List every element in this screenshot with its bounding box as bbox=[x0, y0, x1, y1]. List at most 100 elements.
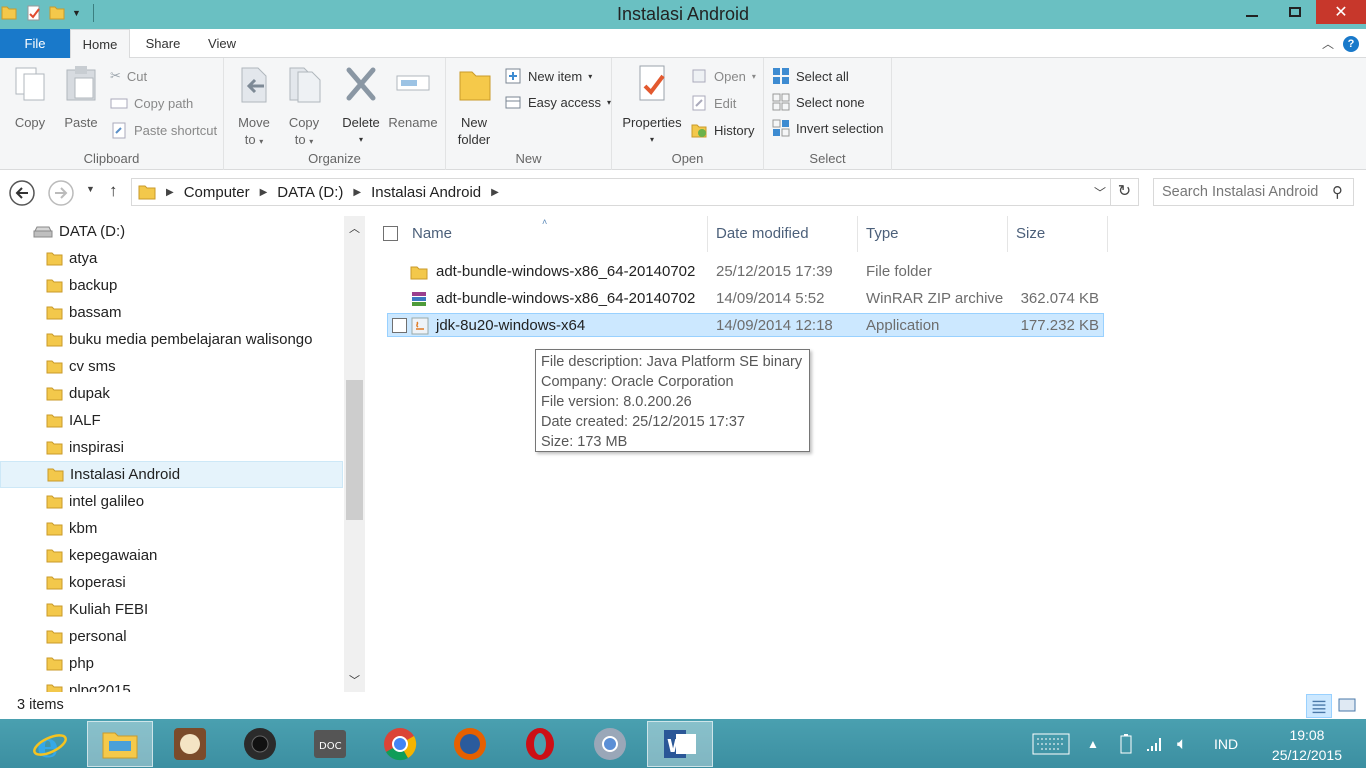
nav-drive[interactable]: DATA (D:) bbox=[0, 218, 343, 245]
copy-to-button[interactable]: Copy to ▾ bbox=[282, 64, 326, 150]
properties-button[interactable]: Properties ▾ bbox=[620, 64, 684, 148]
help-icon[interactable]: ? bbox=[1343, 36, 1359, 52]
recent-locations-icon[interactable]: ▼ bbox=[86, 184, 95, 194]
nav-scrollbar[interactable]: ︿ ﹀ bbox=[344, 216, 365, 692]
nav-folder[interactable]: cv sms bbox=[0, 353, 343, 380]
nav-folder[interactable]: atya bbox=[0, 245, 343, 272]
details-view-icon[interactable] bbox=[1306, 694, 1332, 718]
large-icons-view-icon[interactable] bbox=[1334, 694, 1360, 718]
copy-icon bbox=[15, 67, 45, 101]
firefox-icon[interactable] bbox=[437, 721, 503, 767]
nav-folder[interactable]: backup bbox=[0, 272, 343, 299]
move-to-button[interactable]: Move to ▾ bbox=[232, 64, 276, 150]
copy-button[interactable]: Copy bbox=[10, 64, 50, 131]
chevron-up-icon[interactable]: ︿ bbox=[1322, 35, 1334, 52]
maximize-button[interactable] bbox=[1273, 0, 1316, 24]
nav-folder[interactable]: buku media pembelajaran walisongo bbox=[0, 326, 343, 353]
scroll-down-icon[interactable]: ﹀ bbox=[349, 672, 360, 688]
up-arrow-icon[interactable]: ↑ bbox=[109, 181, 118, 201]
folder-icon bbox=[46, 252, 63, 266]
nav-folder[interactable]: IALF bbox=[0, 407, 343, 434]
paste-shortcut-button[interactable]: Paste shortcut bbox=[110, 120, 217, 140]
invert-selection-button[interactable]: Invert selection bbox=[772, 118, 883, 138]
chevron-right-icon[interactable]: ▶ bbox=[166, 187, 174, 198]
nav-folder[interactable]: dupak bbox=[0, 380, 343, 407]
address-dropdown-icon[interactable]: ﹀ bbox=[1094, 184, 1106, 201]
word-icon[interactable]: W bbox=[647, 721, 713, 767]
chevron-right-icon[interactable]: ▶ bbox=[260, 187, 268, 198]
chevron-right-icon[interactable]: ▶ bbox=[491, 187, 499, 198]
forward-button[interactable] bbox=[47, 179, 75, 207]
refresh-icon[interactable]: ↻ bbox=[1110, 179, 1138, 205]
history-label: History bbox=[714, 122, 755, 138]
nav-folder[interactable]: intel galileo bbox=[0, 488, 343, 515]
row-checkbox[interactable] bbox=[392, 318, 407, 333]
close-button[interactable]: ✕ bbox=[1316, 0, 1366, 24]
column-size[interactable]: Size bbox=[1008, 216, 1108, 252]
breadcrumb-computer[interactable]: Computer bbox=[184, 184, 250, 201]
organize-group: Move to ▾ Copy to ▾ Delete ▾ Rename Orga… bbox=[224, 58, 446, 170]
new-item-button[interactable]: New item ▾ bbox=[504, 66, 592, 86]
open-button[interactable]: Open ▾ bbox=[690, 66, 756, 86]
select-all-checkbox[interactable] bbox=[383, 226, 398, 241]
nav-folder[interactable]: inspirasi bbox=[0, 434, 343, 461]
file-type: Application bbox=[866, 317, 940, 334]
show-hidden-icons[interactable]: ▲ bbox=[1087, 719, 1099, 768]
file-row[interactable]: adt-bundle-windows-x86_64-20140702 25/12… bbox=[387, 260, 1104, 284]
scroll-up-icon[interactable]: ︿ bbox=[349, 220, 360, 236]
nav-folder[interactable]: php bbox=[0, 650, 343, 677]
column-name[interactable]: Name ˄ bbox=[404, 216, 708, 252]
easy-access-button[interactable]: Easy access ▾ bbox=[504, 92, 611, 112]
copy-path-button[interactable]: Copy path bbox=[110, 93, 193, 113]
history-button[interactable]: History bbox=[690, 120, 754, 140]
tab-view[interactable]: View bbox=[196, 29, 248, 58]
delete-button[interactable]: Delete ▾ bbox=[338, 64, 384, 148]
nav-folder[interactable]: bassam bbox=[0, 299, 343, 326]
speaker-app-icon[interactable] bbox=[227, 721, 293, 767]
minimize-icon bbox=[1245, 15, 1258, 17]
nav-folder[interactable]: kepegawaian bbox=[0, 542, 343, 569]
chevron-right-icon[interactable]: ▶ bbox=[353, 187, 361, 198]
doc-app-icon[interactable]: DOC bbox=[297, 721, 363, 767]
touch-keyboard-icon[interactable] bbox=[1032, 719, 1070, 768]
address-bar[interactable]: ▶ Computer ▶ DATA (D:) ▶ Instalasi Andro… bbox=[131, 178, 1139, 206]
nav-folder[interactable]: koperasi bbox=[0, 569, 343, 596]
tab-file[interactable]: File bbox=[0, 29, 70, 58]
breadcrumb-drive[interactable]: DATA (D:) bbox=[277, 184, 343, 201]
tab-home[interactable]: Home bbox=[70, 29, 130, 59]
internet-explorer-icon[interactable]: e bbox=[17, 721, 83, 767]
browser-icon[interactable] bbox=[577, 721, 643, 767]
nav-folder[interactable]: kbm bbox=[0, 515, 343, 542]
file-row[interactable]: jdk-8u20-windows-x64 14/09/2014 12:18 Ap… bbox=[387, 313, 1104, 337]
back-button[interactable] bbox=[8, 179, 36, 207]
file-explorer-icon[interactable] bbox=[87, 721, 153, 767]
network-icon[interactable] bbox=[1145, 719, 1163, 768]
minimize-button[interactable] bbox=[1230, 0, 1273, 24]
search-input[interactable]: Search Instalasi Android ⚲ bbox=[1153, 178, 1354, 206]
nav-folder[interactable]: plpg2015 bbox=[0, 677, 343, 692]
breadcrumb-current[interactable]: Instalasi Android bbox=[371, 184, 481, 201]
column-date-modified[interactable]: Date modified bbox=[708, 216, 858, 252]
tab-share[interactable]: Share bbox=[135, 29, 191, 58]
rename-button[interactable]: Rename bbox=[388, 64, 438, 131]
app-icon[interactable] bbox=[157, 721, 223, 767]
new-folder-button[interactable]: New folder bbox=[454, 64, 494, 148]
select-none-button[interactable]: Select none bbox=[772, 92, 865, 112]
scroll-thumb[interactable] bbox=[346, 380, 363, 520]
nav-folder[interactable]: Instalasi Android bbox=[0, 461, 343, 488]
opera-icon[interactable] bbox=[507, 721, 573, 767]
cut-button[interactable]: ✂ Cut bbox=[110, 66, 147, 86]
nav-folder[interactable]: personal bbox=[0, 623, 343, 650]
clock[interactable]: 19:08 25/12/2015 bbox=[1272, 725, 1342, 765]
folder-icon bbox=[46, 630, 63, 644]
battery-icon[interactable] bbox=[1117, 719, 1135, 768]
chrome-icon[interactable] bbox=[367, 721, 433, 767]
nav-folder[interactable]: Kuliah FEBI bbox=[0, 596, 343, 623]
volume-icon[interactable]: 🔈︎ bbox=[1177, 719, 1187, 768]
select-all-button[interactable]: Select all bbox=[772, 66, 849, 86]
edit-button[interactable]: Edit bbox=[690, 93, 736, 113]
file-row[interactable]: adt-bundle-windows-x86_64-20140702 14/09… bbox=[387, 287, 1104, 311]
column-type[interactable]: Type bbox=[858, 216, 1008, 252]
paste-button[interactable]: Paste bbox=[60, 64, 102, 131]
input-language[interactable]: IND bbox=[1214, 719, 1238, 768]
